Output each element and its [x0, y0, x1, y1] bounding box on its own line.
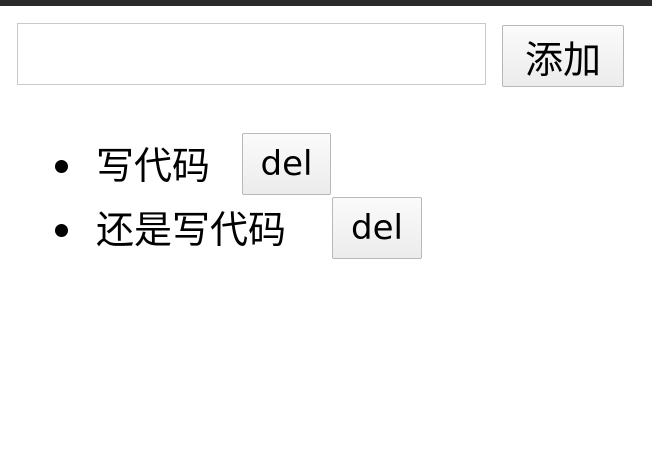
todo-item-text: 还是写代码	[96, 208, 287, 252]
delete-button[interactable]: del	[332, 197, 422, 259]
todo-item-text: 写代码	[96, 144, 211, 188]
delete-button[interactable]: del	[242, 133, 331, 195]
bullet-icon	[55, 224, 68, 237]
add-todo-form: 添加	[17, 22, 625, 88]
add-button[interactable]: 添加	[502, 25, 624, 87]
todo-input[interactable]	[17, 23, 486, 85]
window-top-edge	[0, 0, 652, 6]
bullet-icon	[55, 160, 68, 173]
